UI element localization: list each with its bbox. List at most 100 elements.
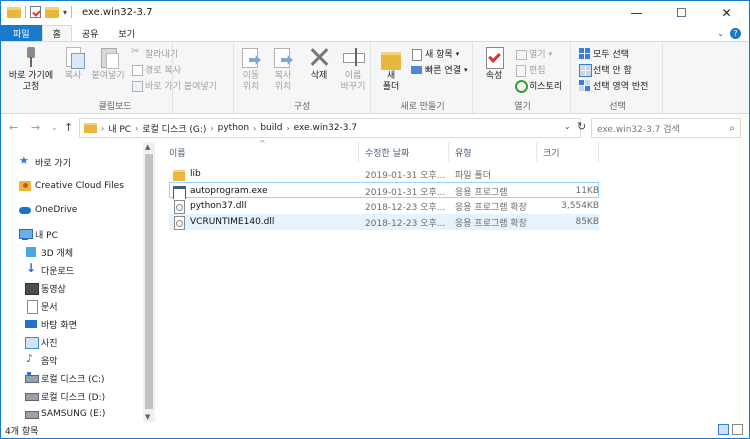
breadcrumb-this-pc[interactable]: 내 PC (108, 122, 131, 135)
rename-icon (341, 45, 365, 69)
nav-item-label: Creative Cloud Files (35, 181, 124, 191)
file-row[interactable]: lib 2019-01-31 오후... 파일 폴더 (169, 166, 599, 182)
tab-home[interactable]: 홈 (41, 25, 72, 41)
copy-path-label: 경로 복사 (145, 66, 181, 76)
easy-access-button[interactable]: 빠른 연결 ▾ (411, 63, 468, 76)
close-button[interactable]: ✕ (704, 1, 749, 25)
pictures-icon (25, 336, 39, 349)
search-input[interactable]: exe.win32-3.7 검색 ⌕ (591, 118, 741, 138)
delete-button[interactable]: 삭제 (304, 45, 334, 82)
scroll-up-icon[interactable]: ▲ (145, 143, 150, 151)
address-bar[interactable]: › 내 PC › 로컬 디스크 (G:) › python › build › … (79, 118, 581, 138)
customize-toolbar-icon[interactable]: ▾ (63, 8, 67, 17)
tab-file[interactable]: 파일 (1, 25, 42, 41)
maximize-button[interactable]: ☐ (659, 1, 704, 25)
column-header-type[interactable]: 유형 (449, 142, 537, 162)
window-controls: — ☐ ✕ (614, 1, 749, 25)
paste-shortcut-button[interactable]: 바로 가기 붙여넣기 (131, 79, 217, 92)
select-all-label: 모두 선택 (593, 50, 629, 60)
nav-item-quick-access[interactable]: 바로 가기 (19, 153, 161, 171)
copy-path-button[interactable]: 경로 복사 (131, 63, 181, 76)
clipboard-group: 바로 가기에 고정 복사 붙여넣기 잘라내기 경로 복사 바로 가기 붙여넣기 (1, 42, 217, 115)
select-all-icon (579, 48, 590, 59)
back-arrow-icon[interactable]: ← (9, 121, 18, 134)
edit-button[interactable]: 편집 (515, 63, 546, 77)
column-header-date[interactable]: 수정한 날짜 (359, 142, 449, 162)
new-folder-icon[interactable] (45, 6, 59, 18)
nav-item-onedrive[interactable]: OneDrive (19, 201, 161, 219)
recent-locations-icon[interactable]: ⌄ (51, 123, 58, 132)
properties-icon (482, 45, 506, 69)
minimize-button[interactable]: — (614, 1, 659, 25)
file-row[interactable]: autoprogram.exe 2019-01-31 오후... 응용 프로그램… (169, 182, 599, 199)
breadcrumb-drive-g[interactable]: 로컬 디스크 (G:) (142, 122, 206, 135)
chevron-right-icon[interactable]: › (135, 124, 138, 133)
cut-button[interactable]: 잘라내기 (131, 46, 178, 60)
pin-quick-access-button[interactable]: 바로 가기에 고정 (5, 45, 57, 93)
item-count: 4개 항목 (5, 426, 39, 437)
select-none-button[interactable]: 선택 안 함 (579, 63, 632, 77)
new-folder-button[interactable]: 새 폴더 (377, 45, 405, 93)
nav-item-label: 바로 가기 (35, 158, 71, 169)
open-button[interactable]: 열기 ▾ (515, 47, 552, 60)
column-header-size[interactable]: 크기 (537, 142, 599, 162)
help-icon[interactable]: ? (730, 27, 741, 39)
folder-icon (173, 168, 185, 181)
pin-quick-access-label: 바로 가기에 고정 (8, 71, 54, 92)
chevron-right-icon[interactable]: › (101, 124, 104, 133)
music-icon (25, 352, 37, 366)
organize-group: 이동 위치 복사 위치 삭제 이름 바꾸기 구성 (233, 42, 371, 115)
up-arrow-icon[interactable]: ↑ (64, 121, 73, 134)
edit-label: 편집 (529, 66, 546, 76)
scrollbar-thumb[interactable] (145, 154, 153, 409)
copy-label: 복사 (64, 71, 82, 81)
drive-icon (25, 390, 39, 402)
chevron-down-icon[interactable]: ⌄ (717, 29, 724, 38)
properties-button[interactable]: 속성 (479, 45, 509, 82)
copy-button[interactable]: 복사 (59, 45, 87, 82)
scroll-down-icon[interactable]: ▼ (145, 413, 150, 421)
chevron-right-icon[interactable]: › (286, 124, 289, 133)
forward-arrow-icon[interactable]: → (31, 121, 40, 134)
window-title: exe.win32-3.7 (82, 7, 153, 18)
breadcrumb-current[interactable]: exe.win32-3.7 (294, 123, 357, 133)
column-header-name-label: 이름 (169, 148, 186, 159)
organize-group-label: 구성 (293, 102, 311, 112)
nav-item-creative-cloud[interactable]: Creative Cloud Files (19, 177, 161, 195)
file-row[interactable]: VCRUNTIME140.dll 2018-12-23 오후... 응용 프로그… (169, 214, 599, 230)
file-type: 응용 프로그램 (455, 187, 508, 198)
dll-icon (173, 200, 185, 214)
rename-button[interactable]: 이름 바꾸기 (336, 45, 370, 93)
large-icons-view-icon[interactable] (732, 424, 743, 435)
new-folder-label: 새 폴더 (382, 71, 400, 92)
breadcrumb-build[interactable]: build (260, 123, 282, 133)
breadcrumb-python[interactable]: python (218, 123, 249, 133)
tab-share[interactable]: 공유 (72, 25, 109, 41)
nav-item-label: 로컬 디스크 (C:) (41, 374, 105, 385)
paste-button[interactable]: 붙여넣기 (89, 45, 127, 82)
navigation-scrollbar[interactable]: ▲ ▼ (143, 142, 155, 422)
column-header-name[interactable]: 이름 (163, 142, 359, 162)
file-row[interactable]: python37.dll 2018-12-23 오후... 응용 프로그램 확장… (169, 198, 599, 214)
move-to-button[interactable]: 이동 위치 (236, 45, 266, 93)
folder-icon (7, 6, 21, 18)
new-group: 새 폴더 새 항목 ▾ 빠른 연결 ▾ 새로 만들기 (373, 42, 473, 115)
chevron-right-icon[interactable]: › (210, 124, 213, 133)
history-button[interactable]: 히스토리 (515, 79, 562, 93)
properties-icon[interactable] (30, 6, 41, 18)
new-item-button[interactable]: 새 항목 ▾ (411, 47, 459, 61)
details-view-icon[interactable] (718, 424, 729, 435)
nav-item-this-pc[interactable]: 내 PC (19, 225, 161, 243)
tab-view[interactable]: 보기 (108, 25, 145, 41)
invert-selection-button[interactable]: 선택 영역 반전 (579, 79, 648, 92)
refresh-icon[interactable]: ↻ (577, 120, 586, 133)
move-to-icon (239, 45, 263, 69)
chevron-right-icon[interactable]: › (253, 124, 256, 133)
rename-label: 이름 바꾸기 (340, 71, 366, 92)
copy-to-button[interactable]: 복사 위치 (268, 45, 298, 93)
new-item-label: 새 항목 (425, 50, 453, 60)
onedrive-icon (19, 204, 31, 216)
video-icon (25, 282, 39, 295)
address-history-icon[interactable]: ⌄ (564, 122, 571, 131)
select-all-button[interactable]: 모두 선택 (579, 47, 629, 60)
